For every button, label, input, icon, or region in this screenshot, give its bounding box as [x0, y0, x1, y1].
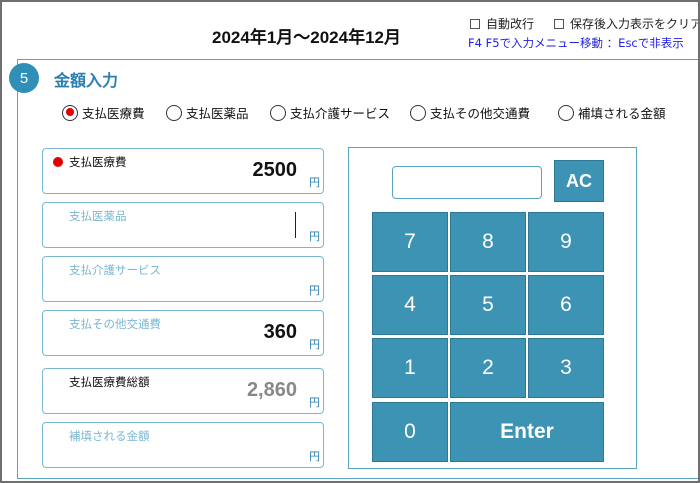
medicine-field[interactable]: 支払医薬品 円 — [42, 202, 324, 248]
auto-newline-label: 自動改行 — [486, 17, 535, 31]
yen-unit: 円 — [309, 230, 320, 243]
medical-expense-field[interactable]: 支払医療費 2500 円 — [42, 148, 324, 194]
key-1-button[interactable]: 1 — [372, 338, 448, 398]
section-title: 金額入力 — [54, 71, 119, 90]
radio-reimbursed-amount[interactable]: 補填される金額 — [558, 103, 666, 122]
radio-label: 支払医薬品 — [186, 106, 249, 121]
key-3-button[interactable]: 3 — [528, 338, 604, 398]
field-label: 支払その他交通費 — [69, 317, 161, 331]
save-clear-label: 保存後入力表示をクリア — [570, 17, 700, 31]
field-label: 支払介護サービス — [69, 263, 161, 277]
key-2-button[interactable]: 2 — [450, 338, 526, 398]
radio-medicine[interactable]: 支払医薬品 — [166, 103, 249, 122]
radio-other-transport[interactable]: 支払その他交通費 — [410, 103, 530, 122]
key-8-button[interactable]: 8 — [450, 212, 526, 272]
key-0-button[interactable]: 0 — [372, 402, 448, 462]
field-label: 支払医薬品 — [69, 209, 127, 223]
section-number-badge: 5 — [9, 63, 39, 93]
text-cursor — [295, 212, 296, 238]
yen-unit: 円 — [309, 338, 320, 351]
checkbox-box[interactable] — [470, 18, 480, 29]
auto-newline-checkbox[interactable]: 自動改行 — [470, 15, 534, 32]
radio-label: 支払その他交通費 — [430, 106, 531, 121]
yen-unit: 円 — [309, 176, 320, 189]
radio-care-service[interactable]: 支払介護サービス — [270, 103, 390, 122]
key-6-button[interactable]: 6 — [528, 275, 604, 335]
radio-label: 支払介護サービス — [290, 106, 391, 121]
radio-medical-expense[interactable]: 支払医療費 — [62, 103, 145, 122]
key-4-button[interactable]: 4 — [372, 275, 448, 335]
field-label: 支払医療費 — [69, 155, 127, 169]
key-5-button[interactable]: 5 — [450, 275, 526, 335]
radio-label: 支払医療費 — [82, 106, 145, 121]
checkbox-box[interactable] — [554, 18, 564, 29]
field-value: 360 — [263, 321, 297, 343]
save-clear-checkbox[interactable]: 保存後入力表示をクリア — [554, 15, 700, 32]
yen-unit: 円 — [309, 450, 320, 463]
medical-total-field: 支払医療費総額 2,860 円 — [42, 368, 324, 414]
yen-unit: 円 — [309, 396, 320, 409]
app-window: 2024年1月～2024年12月 自動改行 保存後入力表示をクリア F4 F5で… — [0, 0, 700, 483]
key-7-button[interactable]: 7 — [372, 212, 448, 272]
enter-button[interactable]: Enter — [450, 402, 604, 462]
radio-unselected-icon[interactable] — [410, 104, 426, 121]
active-field-indicator-icon — [53, 157, 63, 167]
key-9-button[interactable]: 9 — [528, 212, 604, 272]
other-transport-field[interactable]: 支払その他交通費 360 円 — [42, 310, 324, 356]
period-title: 2024年1月～2024年12月 — [212, 28, 402, 47]
radio-label: 補填される金額 — [578, 106, 666, 121]
reimbursed-amount-field[interactable]: 補填される金額 円 — [42, 422, 324, 468]
yen-unit: 円 — [309, 284, 320, 297]
all-clear-button[interactable]: AC — [554, 160, 604, 202]
keypad-display[interactable] — [392, 166, 542, 199]
keyboard-hint: F4 F5で入力メニュー移動 ：Escで非表示 — [468, 36, 684, 50]
radio-selected-icon[interactable] — [62, 104, 78, 121]
field-label: 支払医療費総額 — [69, 375, 150, 389]
radio-unselected-icon[interactable] — [166, 104, 182, 121]
care-service-field[interactable]: 支払介護サービス 円 — [42, 256, 324, 302]
field-value: 2500 — [252, 159, 298, 181]
radio-unselected-icon[interactable] — [558, 104, 574, 121]
field-label: 補填される金額 — [69, 429, 150, 443]
radio-unselected-icon[interactable] — [270, 104, 286, 121]
field-value: 2,860 — [246, 379, 297, 401]
